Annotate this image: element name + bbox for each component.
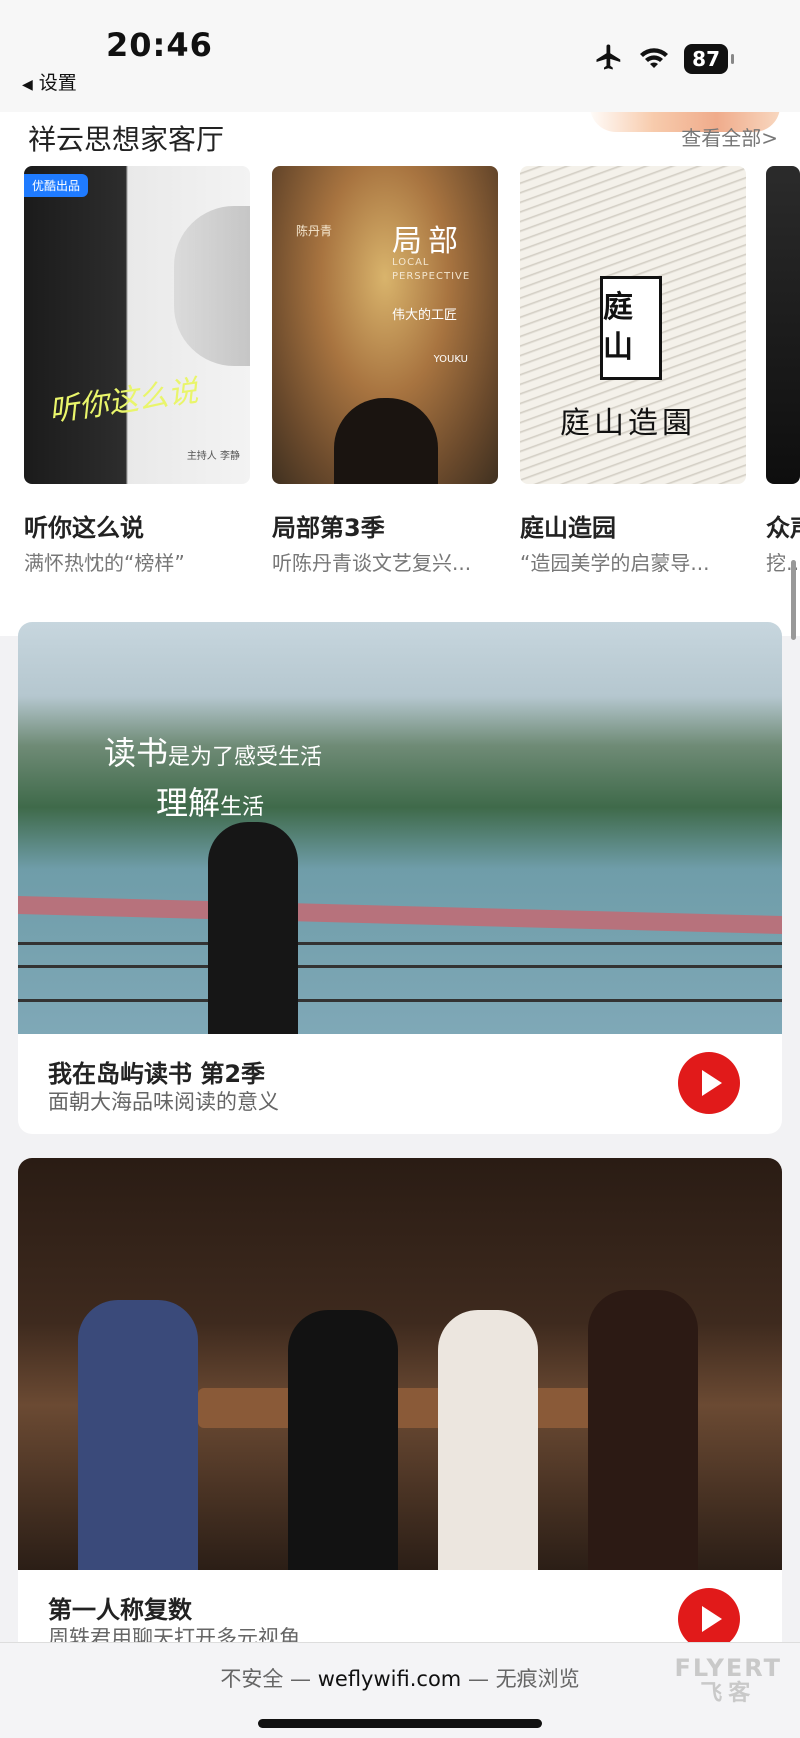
table (198, 1388, 638, 1428)
reader-figure (208, 822, 298, 1034)
back-to-settings-button[interactable]: ◀ 设置 (22, 68, 77, 95)
poster-en: LOCAL PERSPECTIVE (392, 257, 471, 282)
poster-badge: 优酷出品 (24, 174, 89, 197)
show-subtitle: “造园美学的启蒙导... (520, 551, 710, 575)
caption-part: 读书 (104, 734, 169, 772)
guest-figure (288, 1310, 398, 1570)
browser-address-bar[interactable]: 不安全 — weflywifi.com — 无痕浏览 FLYERT 飞客 (0, 1642, 800, 1738)
back-label: 设置 (38, 72, 77, 94)
status-bar: 20:46 ◀ 设置 87 (0, 0, 800, 112)
private-mode-label: 无痕浏览 (495, 1667, 580, 1691)
section-title: 祥云思想家客厅 (28, 123, 225, 156)
show-card[interactable]: 优酷出品 听你这么说 主持人 李静 听你这么说 满怀热忱的“榜样” (24, 166, 250, 576)
caption-part: 理解 (156, 784, 221, 822)
youku-logo: YOUKU (433, 354, 468, 365)
poster-name: 陈丹青 (296, 224, 333, 238)
see-all-link[interactable]: 查看全部> (681, 122, 778, 151)
feature-title: 第一人称复数 (48, 1596, 192, 1624)
section-header: 祥云思想家客厅 查看全部> (0, 112, 800, 166)
separator: — (290, 1667, 312, 1691)
show-card[interactable]: 众声 挖掘 (766, 166, 800, 576)
show-card[interactable]: 陈丹青 局部 LOCAL PERSPECTIVE 伟大的工匠 YOUKU 局部第… (272, 166, 498, 576)
wifi-icon (638, 44, 670, 74)
caption-part: 生活 (220, 795, 265, 820)
show-poster[interactable] (766, 166, 800, 484)
battery-icon: 87 (684, 44, 734, 74)
feature-thumbnail[interactable] (18, 1158, 782, 1570)
feature-card[interactable]: 读书是为了感受生活 理解生活 我在岛屿读书 第2季 面朝大海品味阅读的意义 (18, 622, 782, 1134)
feature-subtitle: 面朝大海品味阅读的意义 (48, 1090, 279, 1114)
separator: — (467, 1667, 489, 1691)
back-arrow-icon: ◀ (22, 77, 33, 93)
watermark: FLYERT 飞客 (675, 1655, 783, 1707)
show-title: 局部第3季 (272, 514, 385, 542)
feature-info: 第一人称复数 周轶君用聊天打开多元视角 (18, 1570, 782, 1642)
poster-title: 局部 (392, 224, 464, 259)
status-time: 20:46 (106, 26, 213, 64)
show-card[interactable]: 庭山 庭山造園 庭山造园 “造园美学的启蒙导... (520, 166, 746, 576)
feature-subtitle: 周轶君用聊天打开多元视角 (48, 1626, 300, 1642)
scrollbar[interactable] (791, 560, 796, 640)
guest-figure (78, 1300, 198, 1570)
show-title: 庭山造园 (520, 514, 616, 542)
watermark-zh: 飞客 (700, 1681, 757, 1706)
airplane-icon (594, 42, 624, 76)
poster-seal: 庭山 (600, 276, 662, 380)
show-title: 听你这么说 (24, 514, 144, 542)
feature-title: 我在岛屿读书 第2季 (48, 1060, 266, 1088)
show-title: 众声 (766, 514, 800, 542)
show-subtitle: 满怀热忱的“榜样” (24, 551, 185, 575)
show-subtitle: 听陈丹青谈文艺复兴... (272, 551, 472, 575)
watermark-en: FLYERT (674, 1654, 782, 1682)
security-label: 不安全 (220, 1667, 284, 1691)
poster-sub: 伟大的工匠 (392, 308, 458, 323)
thumbnail-caption: 读书是为了感受生活 理解生活 (104, 728, 322, 824)
poster-host: 主持人 李静 (186, 451, 240, 462)
show-poster[interactable]: 陈丹青 局部 LOCAL PERSPECTIVE 伟大的工匠 YOUKU (272, 166, 498, 484)
poster-title: 庭山造園 (560, 406, 696, 441)
page-content: 祥云思想家客厅 查看全部> 优酷出品 听你这么说 主持人 李静 听你这么说 满怀… (0, 112, 800, 1642)
play-button[interactable] (678, 1052, 740, 1114)
show-poster[interactable]: 优酷出品 听你这么说 主持人 李静 (24, 166, 250, 484)
railing-bars (18, 942, 782, 1002)
system-icons: 87 (594, 42, 734, 76)
poster-figure (334, 398, 438, 484)
feature-card[interactable]: 第一人称复数 周轶君用聊天打开多元视角 (18, 1158, 782, 1642)
play-button[interactable] (678, 1588, 740, 1642)
show-poster[interactable]: 庭山 庭山造園 (520, 166, 746, 484)
feature-thumbnail[interactable]: 读书是为了感受生活 理解生活 (18, 622, 782, 1034)
feature-info: 我在岛屿读书 第2季 面朝大海品味阅读的意义 (18, 1034, 782, 1134)
show-carousel[interactable]: 优酷出品 听你这么说 主持人 李静 听你这么说 满怀热忱的“榜样” 陈丹青 局部… (0, 166, 800, 636)
guest-figure (438, 1310, 538, 1570)
poster-figure (174, 206, 250, 366)
domain: weflywifi.com (317, 1667, 462, 1691)
guest-figure (588, 1290, 698, 1570)
caption-part: 是为了感受生活 (168, 745, 323, 770)
railing (18, 895, 782, 935)
home-indicator[interactable] (258, 1719, 542, 1728)
poster-title: 听你这么说 (46, 373, 201, 430)
